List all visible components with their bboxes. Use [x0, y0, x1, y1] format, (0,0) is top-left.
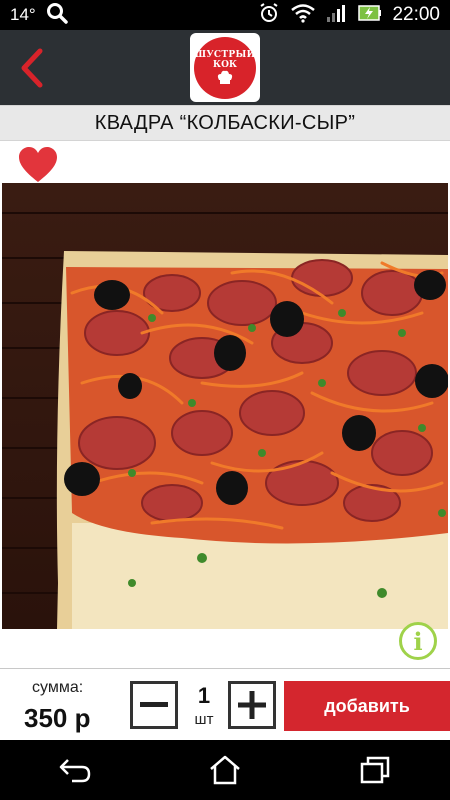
add-to-cart-button[interactable]: добавить: [284, 681, 450, 731]
app-logo: ШУСТРЫЙ КОК: [190, 33, 260, 102]
info-button[interactable]: i: [399, 622, 437, 660]
back-button[interactable]: [12, 46, 52, 90]
favorite-button[interactable]: [18, 146, 58, 184]
chef-hat-icon: [217, 70, 233, 84]
signal-icon: [326, 3, 348, 28]
quantity-value: 1: [197, 683, 211, 708]
info-icon: i: [413, 626, 423, 656]
heart-icon: [19, 147, 57, 182]
increase-quantity-button[interactable]: [228, 681, 276, 729]
status-bar: 14° 22:00: [0, 0, 450, 30]
logo-text-line2: КОК: [212, 59, 238, 70]
battery-charging-icon: [358, 3, 382, 28]
sum-value: 350 р: [24, 703, 91, 733]
clock-text: 22:00: [392, 4, 440, 25]
logo-text-line1: ШУСТРЫЙ: [194, 49, 256, 60]
product-photo: [2, 183, 448, 629]
sum-label: сумма:: [32, 679, 84, 696]
product-title: КВАДРА “КОЛБАСКИ-СЫР”: [94, 111, 356, 134]
system-nav-bar: [0, 740, 450, 800]
search-icon: [46, 2, 68, 29]
quantity-unit: шт: [194, 711, 214, 728]
alarm-icon: [258, 2, 280, 29]
minus-icon: [140, 702, 168, 707]
home-icon: [210, 755, 240, 785]
nav-home-button[interactable]: [195, 748, 255, 792]
nav-back-button[interactable]: [45, 748, 105, 792]
order-bar: сумма: 350 р 1 шт добавить: [0, 668, 450, 740]
temperature-text: 14°: [10, 5, 36, 24]
nav-recent-apps-button[interactable]: [345, 748, 405, 792]
recent-apps-icon: [360, 756, 390, 784]
app-bar: ШУСТРЫЙ КОК: [0, 30, 450, 105]
decrease-quantity-button[interactable]: [130, 681, 178, 729]
product-title-bar: КВАДРА “КОЛБАСКИ-СЫР”: [0, 105, 450, 141]
plus-icon: [238, 691, 266, 719]
chevron-left-icon: [21, 48, 43, 88]
back-icon: [59, 759, 91, 783]
wifi-icon: [290, 3, 316, 28]
